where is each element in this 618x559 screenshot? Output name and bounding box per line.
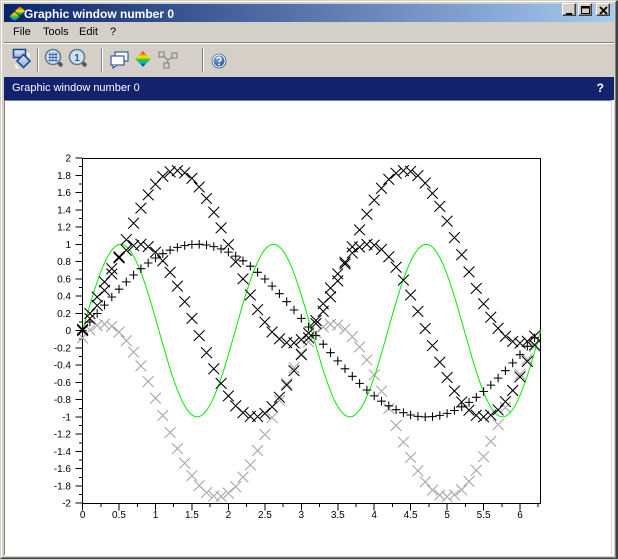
- svg-text:5: 5: [444, 510, 450, 521]
- svg-text:0.8: 0.8: [57, 257, 71, 268]
- svg-text:2: 2: [226, 510, 232, 521]
- svg-text:1.4: 1.4: [57, 205, 71, 216]
- svg-text:1.8: 1.8: [57, 171, 71, 182]
- svg-text:-0.6: -0.6: [54, 378, 72, 389]
- svg-text:1.2: 1.2: [57, 223, 71, 234]
- svg-text:1.6: 1.6: [57, 188, 71, 199]
- svg-text:-2: -2: [62, 499, 71, 510]
- svg-text:-1.4: -1.4: [54, 447, 72, 458]
- svg-text:2: 2: [65, 154, 71, 165]
- svg-text:-1.8: -1.8: [54, 481, 72, 492]
- svg-text:0.5: 0.5: [112, 510, 126, 521]
- svg-text:-1.2: -1.2: [54, 430, 72, 441]
- svg-text:6: 6: [517, 510, 523, 521]
- svg-text:3.5: 3.5: [331, 510, 345, 521]
- svg-text:1.5: 1.5: [185, 510, 199, 521]
- svg-text:-1.6: -1.6: [54, 464, 72, 475]
- svg-text:5.5: 5.5: [477, 510, 491, 521]
- svg-text:-1: -1: [62, 412, 71, 423]
- svg-text:-0.4: -0.4: [54, 361, 72, 372]
- svg-text:0.6: 0.6: [57, 274, 71, 285]
- svg-text:0: 0: [65, 326, 71, 337]
- svg-text:0.2: 0.2: [57, 309, 71, 320]
- svg-text:4: 4: [371, 510, 377, 521]
- svg-text:1: 1: [153, 510, 159, 521]
- svg-text:0: 0: [80, 510, 86, 521]
- svg-text:0.4: 0.4: [57, 292, 71, 303]
- svg-text:3: 3: [299, 510, 305, 521]
- svg-text:-0.8: -0.8: [54, 395, 72, 406]
- svg-text:-0.2: -0.2: [54, 343, 72, 354]
- svg-text:1: 1: [65, 240, 71, 251]
- svg-text:4.5: 4.5: [404, 510, 418, 521]
- svg-text:2.5: 2.5: [258, 510, 272, 521]
